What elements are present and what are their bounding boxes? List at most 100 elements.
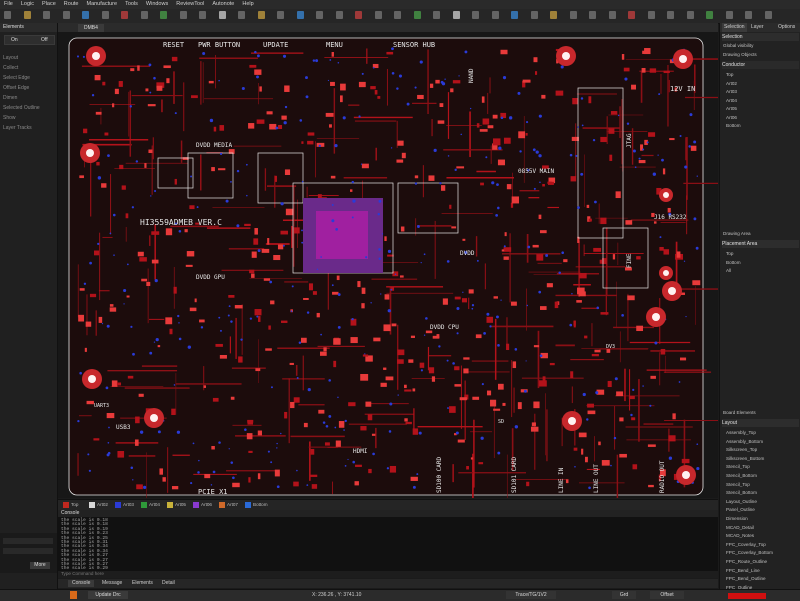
toolbar-tool-icon[interactable] — [452, 11, 460, 19]
toolbar-tool-icon[interactable] — [355, 11, 362, 19]
left-panel-row[interactable]: Select Edge — [3, 75, 30, 81]
toolbar-tool-icon[interactable] — [628, 11, 635, 19]
layer-tab-art06[interactable]: Art06 — [192, 501, 212, 509]
right-tab-layer[interactable]: Layer — [749, 23, 766, 32]
board-element-item[interactable]: MCAD_Detail — [726, 525, 754, 531]
left-panel-row[interactable]: Layout — [3, 55, 18, 61]
toolbar-tool-icon[interactable] — [238, 11, 245, 19]
toolbar-tool-icon[interactable] — [472, 11, 479, 19]
toolbar-tool-icon[interactable] — [218, 11, 226, 19]
board-element-item[interactable]: FPC_Bend_Outline — [726, 576, 766, 582]
menu-autonote[interactable]: Autonote — [208, 0, 238, 9]
layer-tab-art02[interactable]: Art02 — [88, 501, 108, 509]
layer-tab-art07[interactable]: Art07 — [218, 501, 238, 509]
offset-button[interactable]: Offset — [650, 591, 684, 599]
conductor-layer-item[interactable]: Art06 — [726, 115, 737, 121]
board-element-item[interactable]: Panel_Outline — [726, 507, 755, 513]
conductor-layer-item[interactable]: Top — [726, 72, 733, 78]
drawing-area[interactable]: Drawing Area — [723, 231, 751, 237]
toolbar-tool-icon[interactable] — [23, 11, 31, 19]
toolbar-tool-icon[interactable] — [199, 11, 206, 19]
conductor-layer-item[interactable]: Bottom — [726, 123, 741, 129]
toolbar-tool-icon[interactable] — [647, 11, 655, 19]
conductor-layer-item[interactable]: Art05 — [726, 106, 737, 112]
board-element-item[interactable]: Stencil_Bottom — [726, 473, 757, 479]
toolbar-tool-icon[interactable] — [530, 11, 538, 19]
toolbar-tool-icon[interactable] — [374, 11, 382, 19]
layer-tab-art04[interactable]: Art04 — [140, 501, 160, 509]
menu-windows[interactable]: Windows — [142, 0, 172, 9]
pcb-canvas[interactable]: RESET PWR BUTTON UPDATE MENU SENSOR HUB 12V I… — [58, 23, 750, 518]
pcb-board-view[interactable]: RESET PWR BUTTON UPDATE MENU SENSOR HUB 12V I… — [58, 23, 750, 518]
placement-item[interactable]: Top — [726, 251, 733, 257]
toolbar-tool-icon[interactable] — [140, 11, 148, 19]
left-panel-row[interactable]: Offset Edge — [3, 85, 29, 91]
conductor-header[interactable]: Conductor — [722, 61, 799, 69]
route-mode-select[interactable]: Trace/TG/1V2 — [506, 591, 556, 599]
board-element-item[interactable]: Assembly_Top — [726, 430, 756, 436]
conductor-layer-item[interactable]: Art03 — [726, 89, 737, 95]
layer-tab-art05[interactable]: Art05 — [166, 501, 186, 509]
layer-tab-bottom[interactable]: Bottom — [244, 501, 268, 509]
prop-field-2[interactable] — [3, 548, 53, 554]
toolbar-tool-icon[interactable] — [725, 11, 733, 19]
visibility-toggle[interactable]: On Off — [4, 35, 55, 45]
toolbar-tool-icon[interactable] — [764, 11, 772, 19]
board-element-item[interactable]: FPC_Coverlay_Bottom — [726, 550, 773, 556]
prop-field-1[interactable] — [3, 538, 53, 544]
board-element-item[interactable]: Assembly_Bottom — [726, 439, 763, 445]
toolbar-tool-icon[interactable] — [82, 11, 89, 19]
console-tab-message[interactable]: Message — [98, 580, 126, 587]
toolbar-tool-icon[interactable] — [413, 11, 421, 19]
toolbar-tool-icon[interactable] — [257, 11, 265, 19]
toolbar-tool-icon[interactable] — [745, 11, 752, 19]
menu-tools[interactable]: Tools — [121, 0, 142, 9]
toolbar-tool-icon[interactable] — [4, 11, 11, 19]
menu-help[interactable]: Help — [238, 0, 257, 9]
board-element-item[interactable]: Stencil_Top — [726, 482, 750, 488]
update-icon[interactable] — [70, 591, 77, 599]
grid-button[interactable]: Grd — [612, 591, 636, 599]
placement-item[interactable]: All — [726, 268, 731, 274]
command-input[interactable]: Type Command here — [58, 571, 718, 578]
placement-area-header[interactable]: Placement Area — [722, 240, 799, 248]
document-tab[interactable]: DMB4 — [78, 24, 104, 32]
toolbar-tool-icon[interactable] — [277, 11, 284, 19]
toolbar-tool-icon[interactable] — [433, 11, 440, 19]
right-tab-options[interactable]: Options — [776, 23, 797, 32]
toolbar-tool-icon[interactable] — [43, 11, 50, 19]
toolbar-tool-icon[interactable] — [335, 11, 343, 19]
board-element-item[interactable]: Layout_Outline — [726, 499, 757, 505]
layer-tab-top[interactable]: Top — [62, 501, 78, 509]
board-element-item[interactable]: FPC_Route_Outline — [726, 559, 767, 565]
menu-route[interactable]: Route — [60, 0, 83, 9]
update-drc-button[interactable]: Update Drc — [88, 591, 128, 599]
board-element-item[interactable]: Dimension — [726, 516, 748, 522]
toolbar-tool-icon[interactable] — [569, 11, 577, 19]
menu-reviewtool[interactable]: ReviewTool — [172, 0, 208, 9]
right-tab-selection[interactable]: Selection — [722, 23, 747, 32]
toolbar-tool-icon[interactable] — [160, 11, 167, 19]
board-element-item[interactable]: Silkscreen_Bottom — [726, 456, 764, 462]
toolbar-tool-icon[interactable] — [667, 11, 674, 19]
layout-header[interactable]: Layout — [722, 419, 799, 427]
toolbar-tool-icon[interactable] — [394, 11, 401, 19]
toolbar-tool-icon[interactable] — [179, 11, 187, 19]
board-element-item[interactable]: Stencil_Bottom — [726, 490, 757, 496]
menu-place[interactable]: Place — [38, 0, 60, 9]
board-element-item[interactable]: FPC_Coverlay_Top — [726, 542, 766, 548]
console-tab-console[interactable]: Console — [68, 580, 95, 587]
toolbar-tool-icon[interactable] — [62, 11, 70, 19]
left-panel-row[interactable]: Selected Outline — [3, 105, 40, 111]
toolbar-tool-icon[interactable] — [491, 11, 499, 19]
board-element-item[interactable]: Silkscreen_Top — [726, 447, 757, 453]
toolbar-tool-icon[interactable] — [316, 11, 323, 19]
left-panel-row[interactable]: Layer Tracks — [3, 125, 32, 131]
toolbar-tool-icon[interactable] — [296, 11, 304, 19]
drawing-objects[interactable]: Drawing Objects — [723, 52, 757, 58]
console-tab-elements[interactable]: Elements — [128, 580, 157, 587]
menu-logic[interactable]: Logic — [17, 0, 38, 9]
toolbar-tool-icon[interactable] — [608, 11, 616, 19]
global-visibility[interactable]: Global visibility — [723, 43, 753, 49]
left-panel-row[interactable]: Dimen — [3, 95, 17, 101]
